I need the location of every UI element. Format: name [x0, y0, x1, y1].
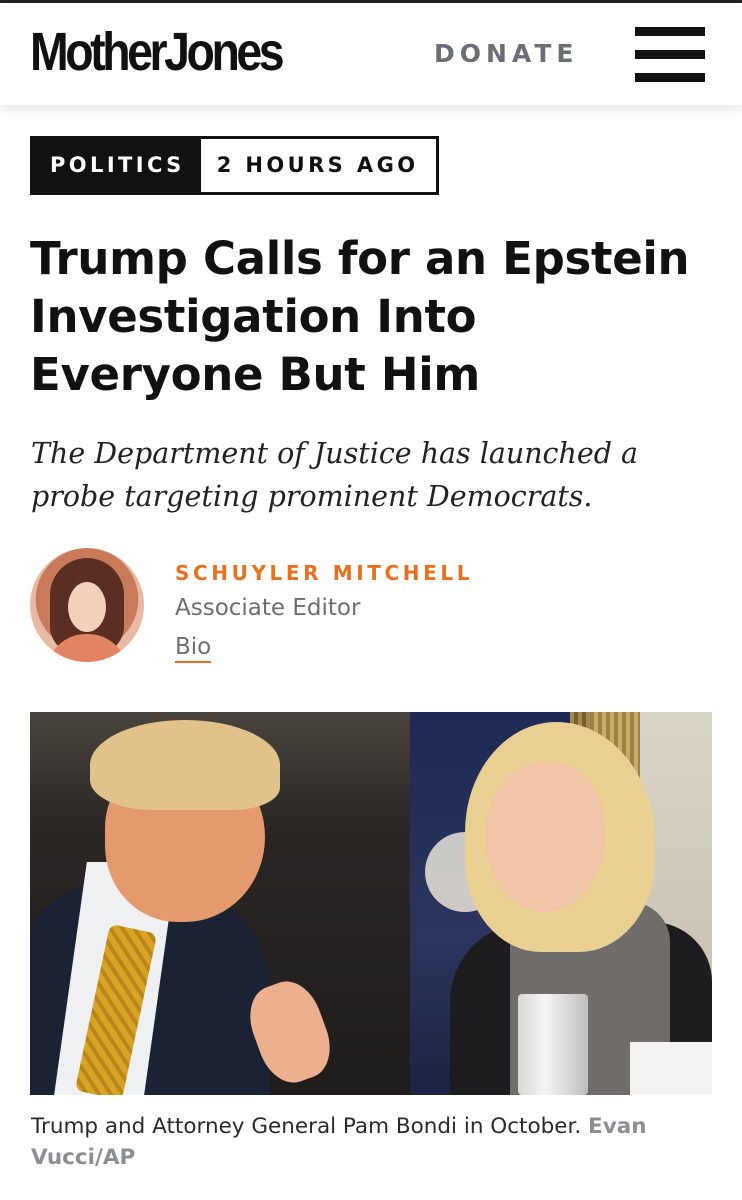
article-photo[interactable]: [30, 712, 712, 1095]
author-role: Associate Editor: [175, 595, 361, 621]
caption-text: Trump and Attorney General Pam Bondi in …: [31, 1114, 582, 1139]
author-bio-link[interactable]: Bio: [175, 634, 212, 663]
menu-bar: [635, 50, 705, 59]
author-avatar[interactable]: [30, 548, 144, 662]
donate-button[interactable]: DONATE: [434, 39, 578, 68]
section-tag[interactable]: POLITICS: [33, 139, 201, 192]
photo-man-hair: [90, 720, 280, 810]
photo-woman-face: [485, 762, 605, 912]
timestamp-tag: 2 HOURS AGO: [200, 139, 437, 192]
menu-bar: [635, 73, 705, 82]
article-tags: POLITICS 2 HOURS AGO: [30, 136, 440, 195]
menu-bar: [635, 27, 705, 36]
site-header: MotherJones DONATE: [0, 3, 742, 105]
article-headline: Trump Calls for an Epstein Investigation…: [30, 232, 690, 401]
photo-caption: Trump and Attorney General Pam Bondi in …: [31, 1111, 711, 1173]
photo-placard: [630, 1042, 712, 1095]
author-name[interactable]: SCHUYLER MITCHELL: [175, 561, 473, 585]
site-logo[interactable]: MotherJones: [30, 21, 285, 83]
photo-cup: [518, 994, 588, 1095]
hamburger-menu-icon[interactable]: [635, 27, 705, 83]
article-dek: The Department of Justice has launched a…: [31, 437, 639, 513]
avatar-face: [68, 582, 106, 632]
